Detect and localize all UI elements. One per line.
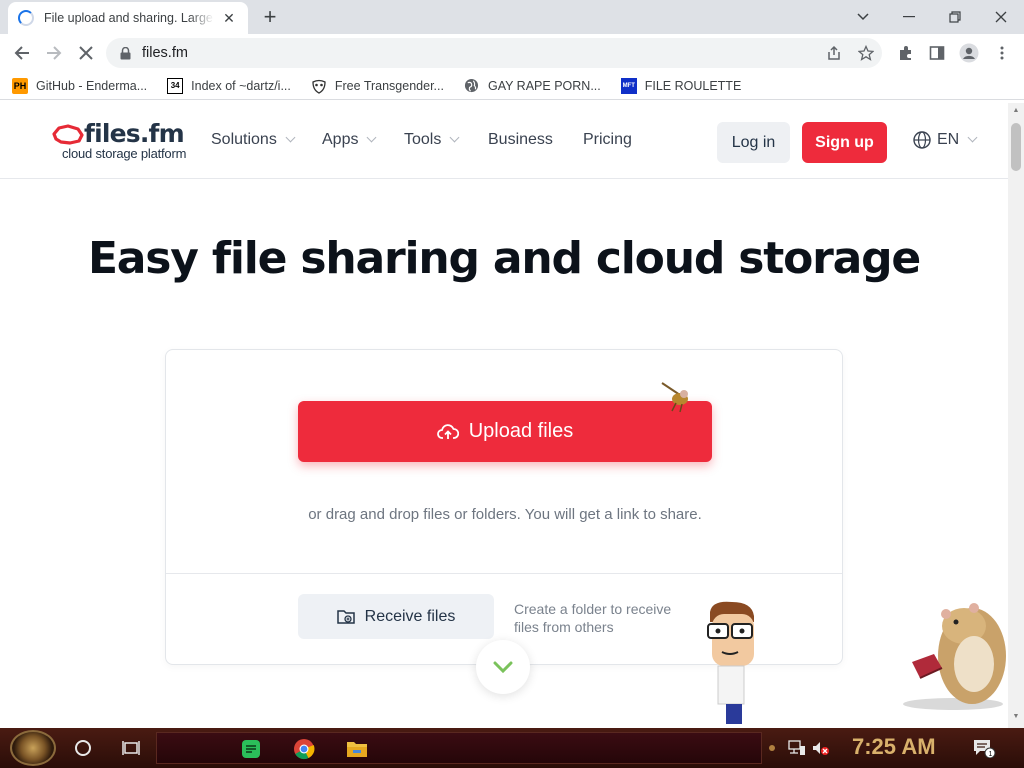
start-orb-icon[interactable]	[10, 730, 56, 766]
address-bar[interactable]: files.fm	[106, 38, 882, 68]
desktop-buddy-hamster-icon	[903, 603, 1006, 710]
bookmarks-bar: PH GitHub - Enderma... 34 Index of ~dart…	[0, 72, 1024, 100]
clock-time[interactable]: 7:25 AM	[852, 734, 936, 760]
cloud-upload-icon	[436, 423, 459, 439]
bookmark-gay-rape-porn[interactable]: GAY RAPE PORN...	[464, 78, 601, 94]
nav-business[interactable]: Business	[488, 131, 553, 149]
profile-avatar-icon[interactable]	[954, 38, 984, 68]
mft-favicon-icon: MFT	[620, 77, 637, 94]
taskbar: 7:25 AM 1	[0, 728, 1024, 768]
bookmark-label: Index of ~dartz/i...	[191, 78, 291, 93]
upload-files-label: Upload files	[468, 420, 574, 442]
nav-apps-label: Apps	[322, 131, 359, 148]
chevron-down-icon	[367, 132, 377, 143]
extensions-puzzle-icon[interactable]	[891, 38, 921, 68]
task-view-icon[interactable]	[122, 740, 140, 756]
logo-wordmark: files.fm	[84, 119, 185, 148]
network-icon[interactable]	[788, 740, 806, 759]
chevron-down-icon	[493, 661, 513, 673]
desktop-buddy-bug-icon	[661, 382, 688, 413]
folder-receive-icon	[336, 609, 355, 624]
filesfm-logo[interactable]: files.fm cloud storage platform	[52, 119, 186, 161]
tab-close-icon[interactable]: ✕	[220, 10, 238, 27]
receive-files-button[interactable]: Receive files	[298, 594, 494, 639]
share-icon[interactable]	[819, 38, 849, 68]
chevron-down-icon	[967, 132, 978, 143]
close-window-icon[interactable]	[978, 0, 1024, 34]
nav-solutions[interactable]: Solutions	[211, 131, 296, 149]
signup-button[interactable]: Sign up	[802, 122, 887, 163]
bookmark-label: GitHub - Enderma...	[36, 78, 148, 93]
mask-icon	[311, 78, 327, 94]
language-label: EN	[937, 131, 960, 148]
nav-pricing-label: Pricing	[583, 131, 632, 148]
nav-business-label: Business	[488, 131, 553, 148]
nav-pricing[interactable]: Pricing	[583, 131, 632, 149]
browser-toolbar: files.fm	[0, 34, 1024, 72]
restore-icon[interactable]	[932, 0, 978, 34]
url-text: files.fm	[142, 45, 188, 61]
bookmark-label: Free Transgender...	[334, 78, 444, 93]
upload-files-button[interactable]: Upload files	[298, 401, 712, 462]
scroll-down-arrow-icon[interactable]: ▼	[1012, 713, 1020, 720]
language-selector[interactable]: EN	[913, 131, 978, 149]
chrome-icon[interactable]	[292, 737, 316, 761]
bookmark-file-roulette[interactable]: MFT FILE ROULETTE	[620, 77, 742, 94]
bookmark-index[interactable]: 34 Index of ~dartz/i...	[167, 77, 291, 94]
ph-favicon-icon: PH	[12, 77, 28, 94]
scrollbar-thumb[interactable]	[1011, 123, 1021, 171]
chevron-down-icon	[449, 132, 460, 143]
taskbar-apps-area	[156, 732, 762, 764]
34-favicon-icon: 34	[167, 77, 184, 94]
volume-muted-icon[interactable]	[812, 740, 830, 759]
nav-apps[interactable]: Apps	[322, 131, 377, 149]
card-divider	[166, 573, 842, 574]
drag-drop-hint: or drag and drop files or folders. You w…	[308, 506, 702, 523]
cloud-logo-icon	[52, 123, 84, 145]
notification-count: 1	[989, 751, 993, 758]
globe-icon	[464, 78, 480, 94]
action-center-icon[interactable]: 1	[972, 738, 996, 761]
login-button[interactable]: Log in	[717, 122, 790, 163]
tab-title: File upload and sharing. Large files	[44, 11, 214, 25]
side-panel-icon[interactable]	[922, 38, 952, 68]
tab-strip: File upload and sharing. Large files ✕ +	[0, 0, 1024, 34]
tab-files-fm[interactable]: File upload and sharing. Large files ✕	[8, 2, 248, 34]
desktop-buddy-cartoon-man-icon	[707, 601, 754, 724]
bookmark-free-transgender[interactable]: Free Transgender...	[311, 78, 444, 94]
loading-spinner-icon	[18, 10, 34, 26]
nav-solutions-label: Solutions	[211, 131, 277, 148]
globe-icon	[913, 131, 931, 149]
new-tab-button[interactable]: +	[258, 6, 282, 30]
page-scrollbar[interactable]: ▲ ▼	[1008, 103, 1024, 728]
lock-icon[interactable]	[120, 46, 132, 60]
chevron-down-icon	[285, 132, 296, 143]
bookmark-label: GAY RAPE PORN...	[487, 78, 601, 93]
forward-arrow-icon[interactable]	[39, 38, 69, 68]
tab-search-icon[interactable]	[840, 0, 886, 34]
hero-title: Easy file sharing and cloud storage	[87, 233, 921, 284]
page-viewport: files.fm cloud storage platform Solution…	[0, 103, 1008, 728]
scroll-up-arrow-icon[interactable]: ▲	[1012, 107, 1020, 114]
bookmark-github[interactable]: PH GitHub - Enderma...	[12, 77, 148, 94]
search-circle-icon[interactable]	[75, 740, 91, 756]
minimize-icon[interactable]	[886, 0, 932, 34]
stop-loading-icon[interactable]	[71, 38, 101, 68]
notes-app-icon[interactable]	[239, 737, 263, 761]
nav-tools[interactable]: Tools	[404, 131, 460, 149]
logo-tagline: cloud storage platform	[62, 146, 187, 161]
receive-files-description: Create a folder to receive files from ot…	[514, 601, 672, 635]
site-header: files.fm cloud storage platform Solution…	[0, 103, 1008, 179]
back-arrow-icon[interactable]	[7, 38, 37, 68]
bookmark-star-icon[interactable]	[851, 38, 881, 68]
receive-files-label: Receive files	[364, 607, 456, 625]
nav-tools-label: Tools	[404, 131, 442, 148]
bookmark-label: FILE ROULETTE	[644, 78, 742, 93]
chrome-menu-icon[interactable]	[987, 38, 1017, 68]
scroll-down-button[interactable]	[476, 640, 530, 694]
file-explorer-icon[interactable]	[345, 737, 369, 761]
tray-overflow-icon[interactable]	[768, 740, 776, 755]
